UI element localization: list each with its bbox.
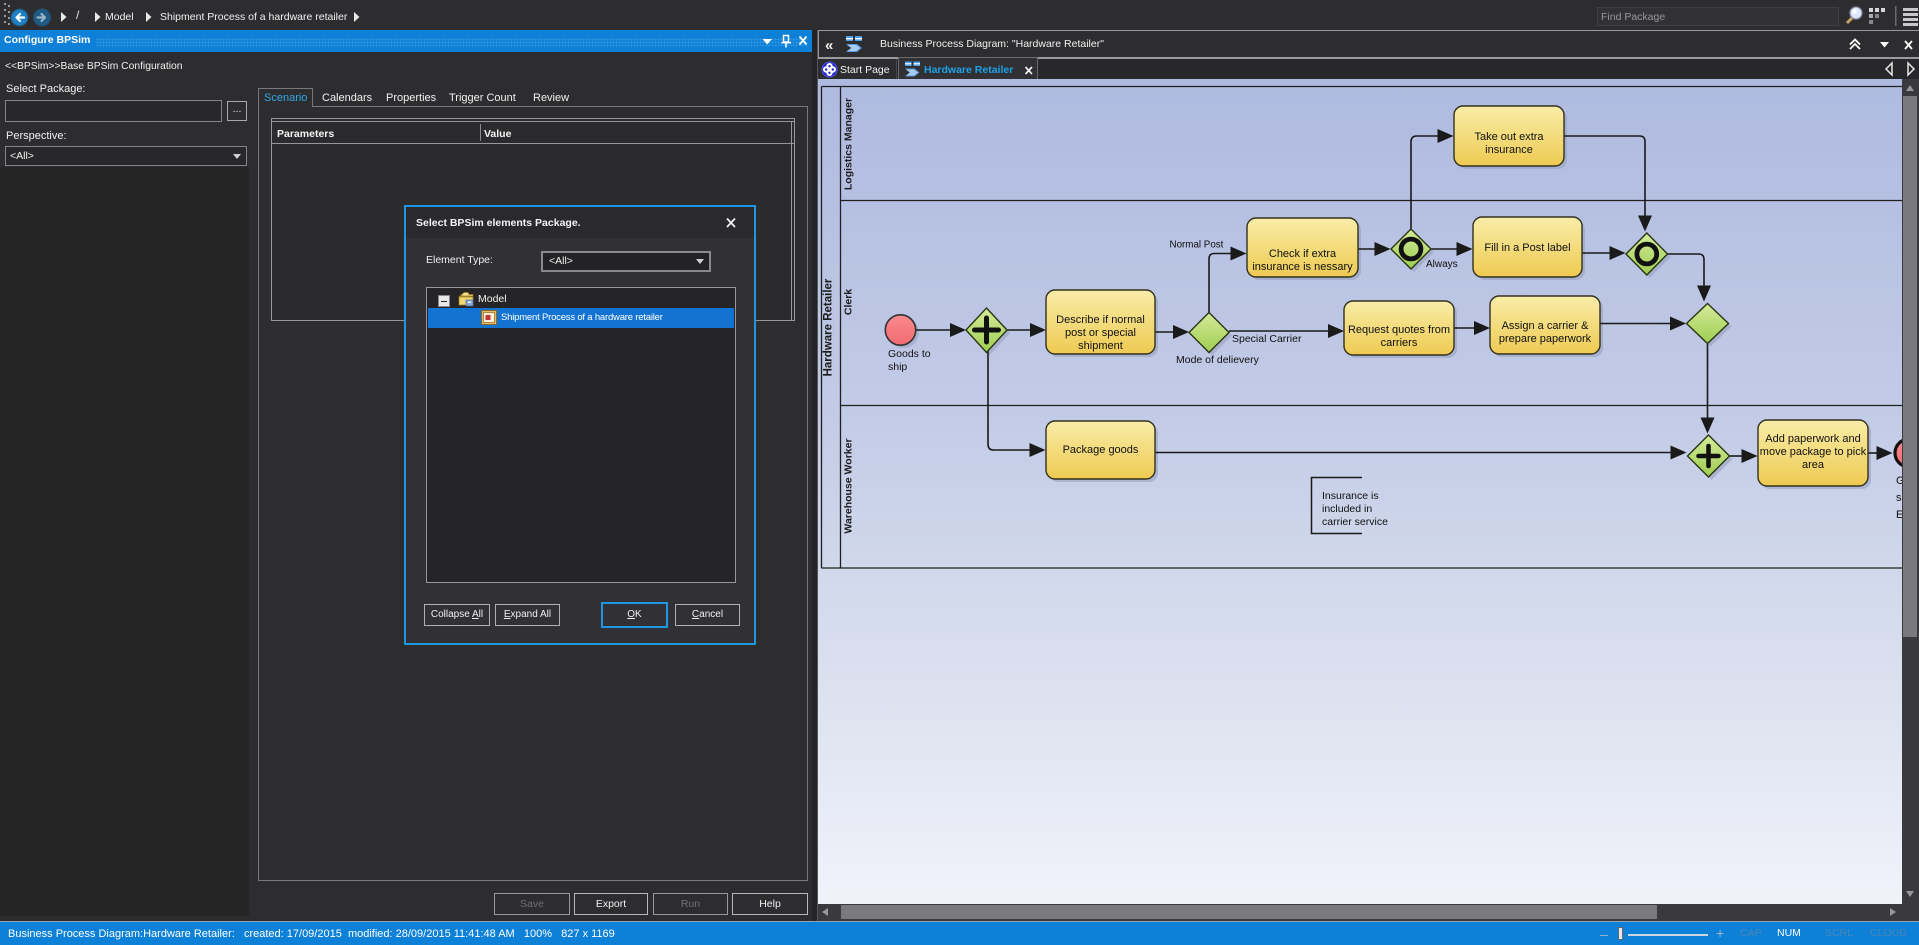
svg-text:Package goods: Package goods — [1063, 444, 1139, 456]
svg-text:Describe if normal: Describe if normal — [1056, 314, 1145, 326]
svg-text:area: area — [1802, 459, 1825, 471]
svg-text:Warehouse Worker: Warehouse Worker — [843, 438, 855, 533]
svg-text:Fill in a Post label: Fill in a Post label — [1484, 242, 1570, 254]
svg-text:shipment: shipment — [1078, 340, 1123, 352]
svg-text:Clerk: Clerk — [843, 289, 855, 315]
svg-text:Hardware Retailer: Hardware Retailer — [823, 278, 835, 376]
svg-text:move package to pick: move package to pick — [1760, 446, 1867, 458]
svg-text:Special Carrier: Special Carrier — [1232, 333, 1302, 345]
svg-text:Request quotes from: Request quotes from — [1348, 324, 1450, 336]
svg-text:Goods to: Goods to — [888, 348, 931, 360]
svg-text:carrier service: carrier service — [1322, 516, 1388, 528]
svg-text:carriers: carriers — [1381, 337, 1418, 349]
svg-text:included in: included in — [1322, 503, 1372, 515]
svg-text:Add paperwork and: Add paperwork and — [1765, 433, 1860, 445]
svg-text:prepare paperwork: prepare paperwork — [1499, 333, 1592, 345]
svg-text:Assign a carrier &: Assign a carrier & — [1502, 320, 1589, 332]
svg-text:post or special: post or special — [1065, 327, 1136, 339]
svg-text:insurance is nessary: insurance is nessary — [1252, 261, 1353, 273]
svg-text:Normal Post: Normal Post — [1170, 240, 1224, 251]
svg-text:ship: ship — [888, 361, 907, 373]
svg-text:Logistics Manager: Logistics Manager — [843, 98, 855, 190]
svg-text:Check if extra: Check if extra — [1269, 248, 1337, 260]
svg-text:Mode of delievery: Mode of delievery — [1176, 354, 1260, 366]
svg-text:Always: Always — [1426, 259, 1458, 270]
svg-text:Insurance is: Insurance is — [1322, 490, 1379, 502]
svg-text:insurance: insurance — [1485, 144, 1533, 156]
svg-text:Take out extra: Take out extra — [1474, 131, 1544, 143]
